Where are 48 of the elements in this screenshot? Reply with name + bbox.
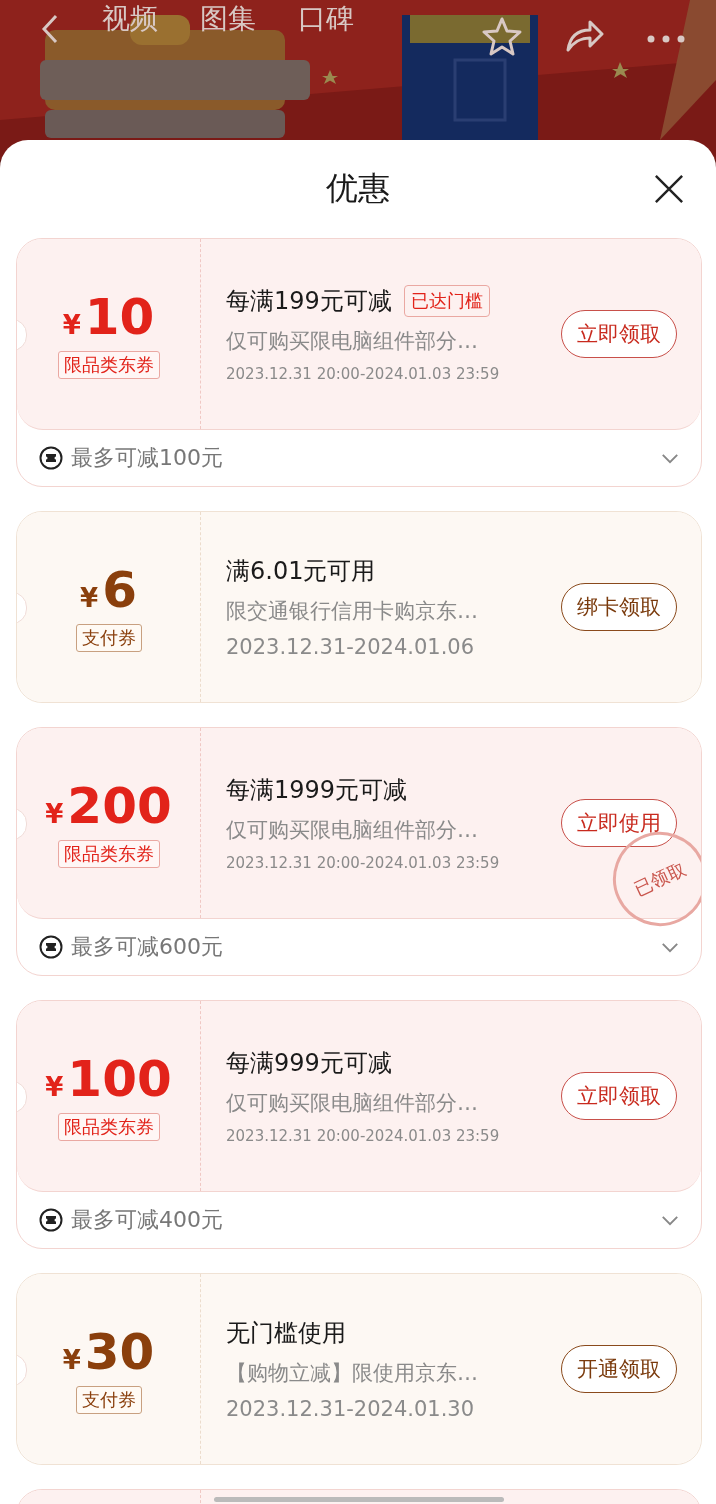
- coupon-type-tag: 限品类东券: [57, 1113, 160, 1141]
- coupon-description: 仅可购买限电脑组件部分…: [226, 817, 479, 844]
- max-discount-text: 最多可减600元: [71, 933, 224, 961]
- chevron-down-icon[interactable]: [661, 941, 679, 953]
- back-icon[interactable]: [40, 14, 60, 44]
- coupon-amount: ¥200: [45, 778, 172, 834]
- sheet-title: 优惠: [326, 168, 390, 209]
- coupon-type-tag: 限品类东券: [57, 840, 160, 868]
- coupon-button[interactable]: 绑卡领取: [561, 583, 677, 631]
- ticket-icon: [39, 935, 63, 959]
- nav-tab[interactable]: 口碑: [298, 0, 354, 39]
- coupon-amount: ¥10: [62, 289, 155, 345]
- max-discount-text: 最多可减400元: [71, 1206, 224, 1234]
- coupon-button[interactable]: 开通领取: [561, 1345, 677, 1393]
- validity-date: 2023.12.31-2024.01.06: [226, 635, 476, 659]
- chevron-down-icon[interactable]: [661, 1214, 679, 1226]
- chevron-down-icon[interactable]: [661, 452, 679, 464]
- coupon-description: 限交通银行信用卡购京东…: [226, 598, 479, 625]
- close-icon[interactable]: [654, 174, 684, 204]
- coupon-button[interactable]: 立即使用: [561, 799, 677, 847]
- validity-date: 2023.12.31 20:00-2024.01.03 23:59: [226, 365, 501, 383]
- max-discount-text: 最多可减100元: [71, 444, 224, 472]
- coupon-description: 【购物立减】限使用京东…: [226, 1360, 479, 1387]
- coupon-title: 每满999元可减: [226, 1048, 392, 1079]
- ticket-icon: [39, 1208, 63, 1232]
- coupon-title: 每满1999元可减: [226, 775, 408, 806]
- coupon-button[interactable]: 立即领取: [561, 310, 677, 358]
- coupon-title: 每满199元可减: [226, 286, 392, 317]
- validity-date: 2023.12.31-2024.01.30: [226, 1397, 476, 1421]
- validity-date: 2023.12.31 20:00-2024.01.03 23:59: [226, 1127, 501, 1145]
- coupon-amount: ¥6: [80, 562, 137, 618]
- star-icon[interactable]: [482, 16, 522, 56]
- coupon-title: 无门槛使用: [226, 1318, 346, 1349]
- coupon-type-tag: 支付券: [75, 624, 142, 652]
- coupon-amount: ¥30: [62, 1324, 155, 1380]
- validity-date: 2023.12.31 20:00-2024.01.03 23:59: [226, 854, 501, 872]
- coupon-title: 满6.01元可用: [226, 556, 376, 587]
- coupon-description: 仅可购买限电脑组件部分…: [226, 328, 479, 355]
- coupon-amount: ¥100: [45, 1051, 172, 1107]
- coupon-type-tag: 限品类东券: [57, 351, 160, 379]
- coupon-button[interactable]: 立即领取: [561, 1072, 677, 1120]
- ticket-icon: [39, 446, 63, 470]
- coupon-type-tag: 支付券: [75, 1386, 142, 1414]
- nav-tab[interactable]: 图集: [200, 0, 256, 39]
- nav-tab[interactable]: 视频: [102, 0, 158, 39]
- more-icon[interactable]: [646, 34, 686, 44]
- threshold-badge: 已达门槛: [403, 285, 490, 317]
- coupon-description: 仅可购买限电脑组件部分…: [226, 1090, 479, 1117]
